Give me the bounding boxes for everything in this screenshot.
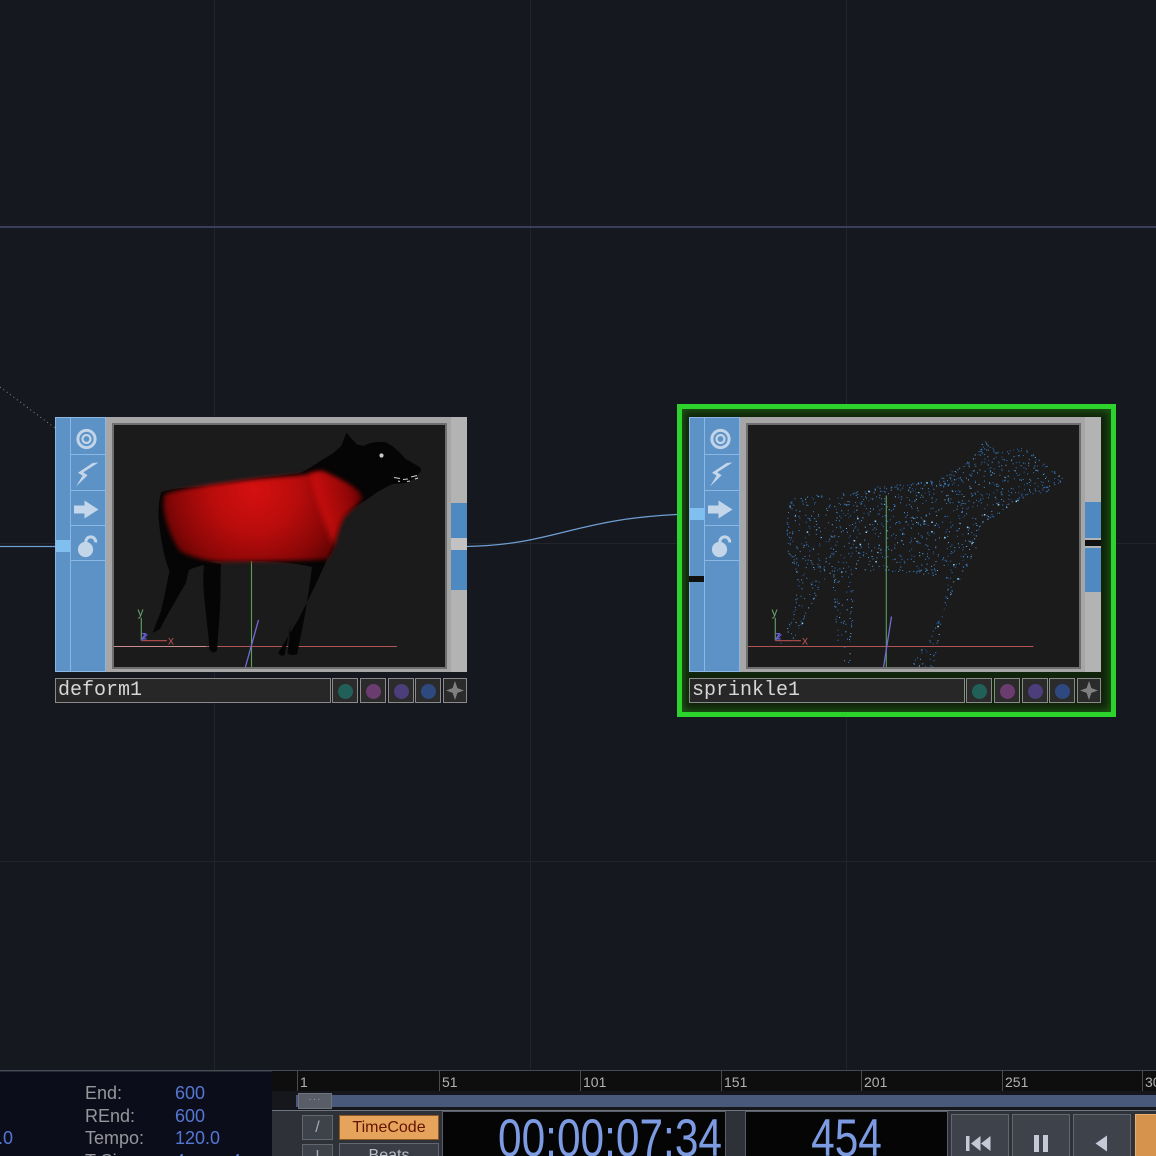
svg-text:y: y	[772, 605, 778, 619]
svg-text:x: x	[168, 634, 174, 648]
svg-text:y: y	[138, 605, 144, 619]
svg-text:x: x	[802, 634, 808, 648]
svg-text:z: z	[141, 629, 147, 643]
svg-text:z: z	[775, 629, 781, 643]
